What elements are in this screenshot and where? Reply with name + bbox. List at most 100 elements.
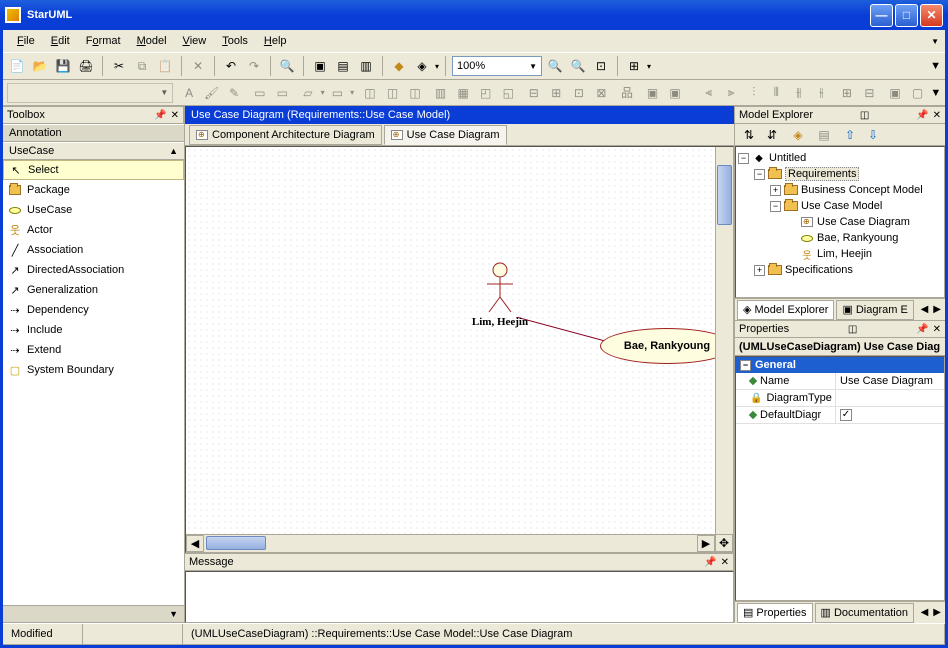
menu-tools[interactable]: Tools [214,32,256,50]
menu-model[interactable]: Model [129,32,175,50]
tab-component[interactable]: Component Architecture Diagram [189,125,382,145]
nav-button[interactable]: ◈ [788,125,808,145]
tree-ucd[interactable]: Use Case Diagram [738,214,942,230]
format3[interactable]: ▱ [298,83,318,103]
tab-scroll-right[interactable]: ▶ [931,304,943,315]
tab-scroll-right[interactable]: ▶ [931,607,943,618]
close-panel-icon[interactable]: ✕ [933,324,941,335]
tool-directed[interactable]: ↗DirectedAssociation [3,260,184,280]
dist2[interactable]: ⊟ [860,83,880,103]
format16[interactable]: 品 [617,83,637,103]
tool-include[interactable]: ⇢Include [3,320,184,340]
tool4-button[interactable]: ◆ [389,56,409,76]
zoom-out-button[interactable]: 🔍 [545,56,565,76]
delete-button[interactable]: ✕ [188,56,208,76]
align5[interactable]: ⫵ [789,83,809,103]
menu-help[interactable]: Help [256,32,295,50]
align3[interactable]: ⫶ [744,83,764,103]
tool-generalization[interactable]: ↗Generalization [3,280,184,300]
pin-icon[interactable]: 📌 [154,110,166,121]
format14[interactable]: ⊡ [569,83,589,103]
tab-properties[interactable]: ▤ Properties [737,603,813,623]
find-button[interactable]: 🔍 [277,56,297,76]
tool-select[interactable]: ↖Select [3,160,184,180]
tree-root[interactable]: −◆Untitled [738,150,942,166]
tab-diagram-explorer[interactable]: ▣ Diagram E [836,300,913,320]
tool1-button[interactable]: ▣ [310,56,330,76]
dist1[interactable]: ⊞ [837,83,857,103]
format13[interactable]: ⊞ [547,83,567,103]
format11[interactable]: ◱ [498,83,518,103]
maximize-button[interactable]: □ [895,4,918,27]
print-button[interactable]: 🖨 [76,56,96,76]
format5[interactable]: ◫ [360,83,380,103]
brush-icon[interactable]: 🖌 [202,83,222,103]
format7[interactable]: ◫ [405,83,425,103]
tool6-button[interactable]: ⊞ [624,56,644,76]
menu-edit[interactable]: Edit [43,32,78,50]
tab-documentation[interactable]: ▥ Documentation [815,603,914,623]
back-button[interactable]: ▢ [908,83,928,103]
format6[interactable]: ◫ [383,83,403,103]
pan-handle-icon[interactable]: ✥ [715,534,733,552]
open-button[interactable]: 📂 [30,56,50,76]
format18[interactable]: ▣ [665,83,685,103]
zoom-in-button[interactable]: 🔍 [568,56,588,76]
pin-icon[interactable]: ◫ [860,110,869,121]
menubar-overflow-icon[interactable]: ▼ [931,37,939,46]
font-combo[interactable]: ▼ [7,83,173,103]
usecase-element[interactable]: Bae, Rankyoung [600,328,734,364]
filter-button[interactable]: ▤ [814,125,834,145]
prop-category-general[interactable]: −General [736,357,944,373]
tab-scroll-left[interactable]: ◀ [919,607,931,618]
align4[interactable]: ⫴ [766,83,786,103]
format8[interactable]: ▥ [431,83,451,103]
paste-button[interactable]: 📋 [155,56,175,76]
redo-button[interactable]: ↷ [244,56,264,76]
category-usecase[interactable]: UseCase▲ [3,142,184,160]
scroll-right-icon[interactable]: ▶ [697,535,715,552]
save-button[interactable]: 💾 [53,56,73,76]
checkbox-checked[interactable]: ✓ [840,409,852,421]
format17[interactable]: ▣ [643,83,663,103]
new-button[interactable]: 📄 [7,56,27,76]
pin-icon[interactable]: 📌 [916,110,928,121]
format4[interactable]: ▭ [328,83,348,103]
format9[interactable]: ▦ [453,83,473,103]
prop-default[interactable]: DefaultDiagr ✓ [736,407,944,424]
menu-file[interactable]: File [9,32,43,50]
horizontal-scrollbar[interactable]: ◀ ▶ [186,534,715,552]
tab-scroll-left[interactable]: ◀ [919,304,931,315]
menu-view[interactable]: View [175,32,215,50]
tool5-button[interactable]: ◈ [412,56,432,76]
actor-element[interactable]: Lim, Heejin [460,262,540,328]
tree-specs[interactable]: +Specifications [738,262,942,278]
format15[interactable]: ⊠ [592,83,612,103]
align1[interactable]: ⫷ [699,83,719,103]
tool-dependency[interactable]: ⇢Dependency [3,300,184,320]
close-button[interactable]: ✕ [920,4,943,27]
category-collapsed[interactable]: ▼ [3,605,184,623]
up-button[interactable]: ⇧ [840,125,860,145]
minimize-button[interactable]: — [870,4,893,27]
sort1-button[interactable]: ⇅ [739,125,759,145]
model-tree[interactable]: −◆Untitled −Requirements +Business Conce… [735,146,945,298]
tree-bae[interactable]: Bae, Rankyoung [738,230,942,246]
prop-diagramtype[interactable]: 🔒DiagramType [736,390,944,407]
close-panel-icon[interactable]: ✕ [171,110,179,121]
tree-requirements[interactable]: −Requirements [738,166,942,182]
format1[interactable]: ▭ [250,83,270,103]
tree-bcm[interactable]: +Business Concept Model [738,182,942,198]
tab-model-explorer[interactable]: ◈ Model Explorer [737,300,834,320]
front-button[interactable]: ▣ [885,83,905,103]
undo-button[interactable]: ↶ [221,56,241,76]
tab-usecase[interactable]: Use Case Diagram [384,125,507,145]
align6[interactable]: ⫳ [812,83,832,103]
toolbar-overflow-icon[interactable]: ▼ [930,60,941,72]
copy-button[interactable]: ⧉ [132,56,152,76]
tool-boundary[interactable]: ▢System Boundary [3,360,184,380]
tool-association[interactable]: ╱Association [3,240,184,260]
tool-extend[interactable]: ⇢Extend [3,340,184,360]
tool-usecase[interactable]: UseCase [3,200,184,220]
pin-icon[interactable]: 📌 [704,557,716,568]
